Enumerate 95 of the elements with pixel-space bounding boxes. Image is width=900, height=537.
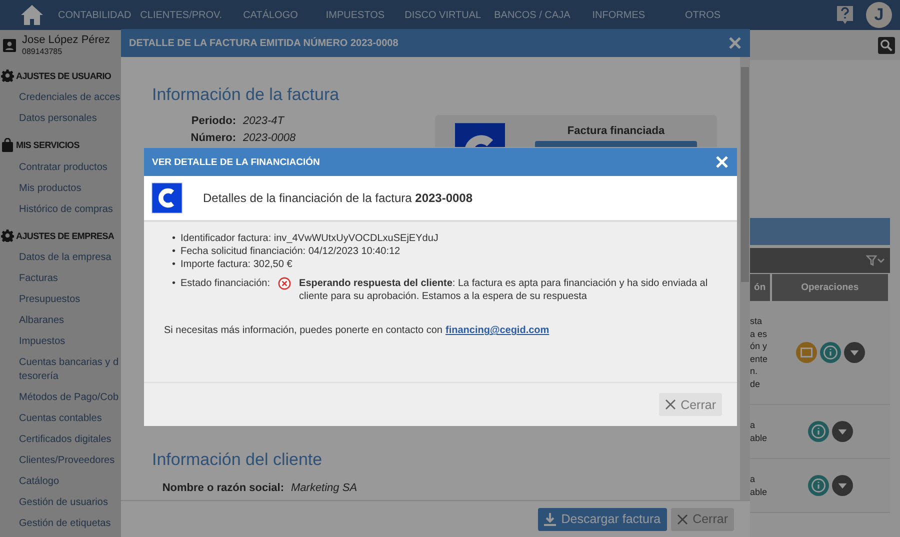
sidebar-link[interactable]: Histórico de compras xyxy=(0,199,121,220)
table-cell-text: a xyxy=(750,419,756,432)
company-logo xyxy=(151,182,183,214)
section-title: Información del cliente xyxy=(152,450,324,470)
shopping-bag-icon xyxy=(1,138,14,152)
table-cell-text: de xyxy=(750,378,762,390)
column-header: Operaciones xyxy=(772,274,888,301)
card-title: Factura financiada xyxy=(566,125,666,137)
sidebar-link[interactable]: Mis productos xyxy=(0,178,121,199)
info-icon[interactable] xyxy=(808,475,828,496)
dialog-heading: Detalles de la financiación de la factura 2023-0008 xyxy=(203,191,473,205)
sidebar-link[interactable]: Facturas xyxy=(0,268,121,289)
nav-menu-item[interactable]: CLIENTES/PROV. xyxy=(140,10,222,20)
sidebar-section-title: AJUSTES DE USUARIO xyxy=(16,70,112,80)
detail-item: Identificador factura: inv_4VwWUtxUyVOCDLxuSEjEYduJ xyxy=(180,232,438,245)
field-value: 2023-4T xyxy=(243,115,284,127)
sidebar-section-title: MIS SERVICIOS xyxy=(16,140,80,150)
close-icon xyxy=(664,399,676,410)
nav-menu-item[interactable]: OTROS xyxy=(685,10,721,20)
bullet: • xyxy=(172,232,176,245)
sidebar-link[interactable]: Datos de la empresa xyxy=(0,247,121,268)
nav-menu-item[interactable]: IMPUESTOS xyxy=(326,10,385,20)
email-link[interactable]: financing@cegid.com xyxy=(446,325,550,336)
sidebar-link[interactable]: Cuentas bancarias y d tesorería xyxy=(0,352,121,387)
close-icon xyxy=(676,514,688,524)
field-value: 2023-0008 xyxy=(243,132,296,144)
sidebar-link[interactable]: Presupuestos xyxy=(0,289,121,310)
user-name: Jose López Pérez xyxy=(22,34,110,47)
sidebar-link[interactable]: Contratar productos xyxy=(0,157,121,178)
sidebar-link[interactable]: Catálogo xyxy=(0,471,121,492)
detail-item: Importe factura: 302,50 € xyxy=(180,258,292,271)
search-icon[interactable] xyxy=(878,36,895,54)
table-cell-text: a xyxy=(750,473,756,486)
field-label: Periodo: xyxy=(190,115,236,127)
bullet: • xyxy=(172,258,176,271)
close-button[interactable] xyxy=(728,36,742,50)
close-button[interactable]: Cerrar xyxy=(670,508,734,530)
close-icon xyxy=(715,155,729,169)
nav-menu-item[interactable]: CONTABILIDAD xyxy=(58,10,132,20)
filter-icon[interactable] xyxy=(866,255,886,266)
info-icon[interactable] xyxy=(820,342,840,363)
table-cell-text: ente xyxy=(750,352,769,365)
sidebar-link[interactable]: Métodos de Pago/Cob xyxy=(0,387,121,408)
sidebar-link[interactable]: Gestión de usuarios xyxy=(0,492,121,513)
dialog-title: VER DETALLE DE LA FINANCIACIÓN xyxy=(152,156,320,168)
field-value: Marketing SA xyxy=(291,482,358,494)
field-label: Nombre o razón social: xyxy=(161,482,284,494)
bullet: • xyxy=(172,277,176,290)
status-description: Esperando respuesta del cliente: La factura es apta para financiación y ha sido enviada al cliente para su aprobación. Estamos a la espera de su respuesta xyxy=(299,277,709,303)
section-title: Información de la factura xyxy=(152,85,340,105)
document-icon[interactable] xyxy=(796,342,816,363)
table-cell-text: able xyxy=(750,432,768,444)
contact-card-icon xyxy=(3,38,16,52)
sidebar-link[interactable]: Datos personales xyxy=(0,108,121,129)
user-id: 089143785 xyxy=(22,46,64,56)
info-icon[interactable] xyxy=(808,421,828,442)
contact-text: Si necesitas más información, puedes ponerte en contacto con xyxy=(164,325,442,336)
sidebar-link[interactable]: Credenciales de acces xyxy=(0,87,121,108)
user-avatar[interactable]: J xyxy=(866,2,892,28)
sidebar-link[interactable]: Certificados digitales xyxy=(0,429,121,450)
dropdown-icon[interactable] xyxy=(844,342,864,363)
close-icon xyxy=(728,36,742,50)
close-button[interactable] xyxy=(715,155,729,169)
table-cell-text: sta xyxy=(750,315,764,328)
sidebar-link[interactable]: Cuentas contables xyxy=(0,408,121,429)
gear-icon xyxy=(1,229,14,242)
sidebar-link[interactable]: Clientes/Proveedores xyxy=(0,450,121,471)
sidebar-section-title: AJUSTES DE EMPRESA xyxy=(16,230,114,240)
nav-menu-item[interactable]: DISCO VIRTUAL xyxy=(404,10,482,20)
field-label: Número: xyxy=(190,132,236,144)
nav-menu-item[interactable]: BANCOS / CAJA xyxy=(494,10,570,20)
help-icon[interactable] xyxy=(836,5,854,25)
sidebar-link[interactable]: Impuestos xyxy=(0,331,121,352)
table-cell-text: n. xyxy=(750,365,759,378)
download-icon xyxy=(544,512,556,526)
nav-menu-item[interactable]: CATÁLOGO xyxy=(243,10,298,20)
gear-icon xyxy=(1,69,14,82)
dialog-title: DETALLE DE LA FACTURA EMITIDA NÚMERO 2023-0008 xyxy=(129,38,398,48)
table-cell-text: able xyxy=(750,486,768,498)
bullet: • xyxy=(172,245,176,258)
sidebar-link[interactable]: Gestión de etiquetas xyxy=(0,513,121,534)
scrollbar[interactable] xyxy=(740,57,750,500)
table-cell-text: a es xyxy=(750,328,768,340)
status-label: Estado financiación: xyxy=(180,277,270,290)
nav-menu-item[interactable]: INFORMES xyxy=(592,10,646,20)
home-icon[interactable] xyxy=(20,4,44,26)
detail-item: Fecha solicitud financiación: 04/12/2023 10:40:12 xyxy=(180,245,400,258)
table-cell-text: ón y xyxy=(750,340,768,352)
close-button[interactable]: Cerrar xyxy=(658,393,722,416)
download-button[interactable]: Descargar factura xyxy=(538,508,667,530)
sidebar-link[interactable]: Albaranes xyxy=(0,310,121,331)
dropdown-icon[interactable] xyxy=(832,421,852,442)
column-header: ón xyxy=(750,274,770,301)
error-icon xyxy=(278,277,292,290)
dropdown-icon[interactable] xyxy=(832,475,852,496)
